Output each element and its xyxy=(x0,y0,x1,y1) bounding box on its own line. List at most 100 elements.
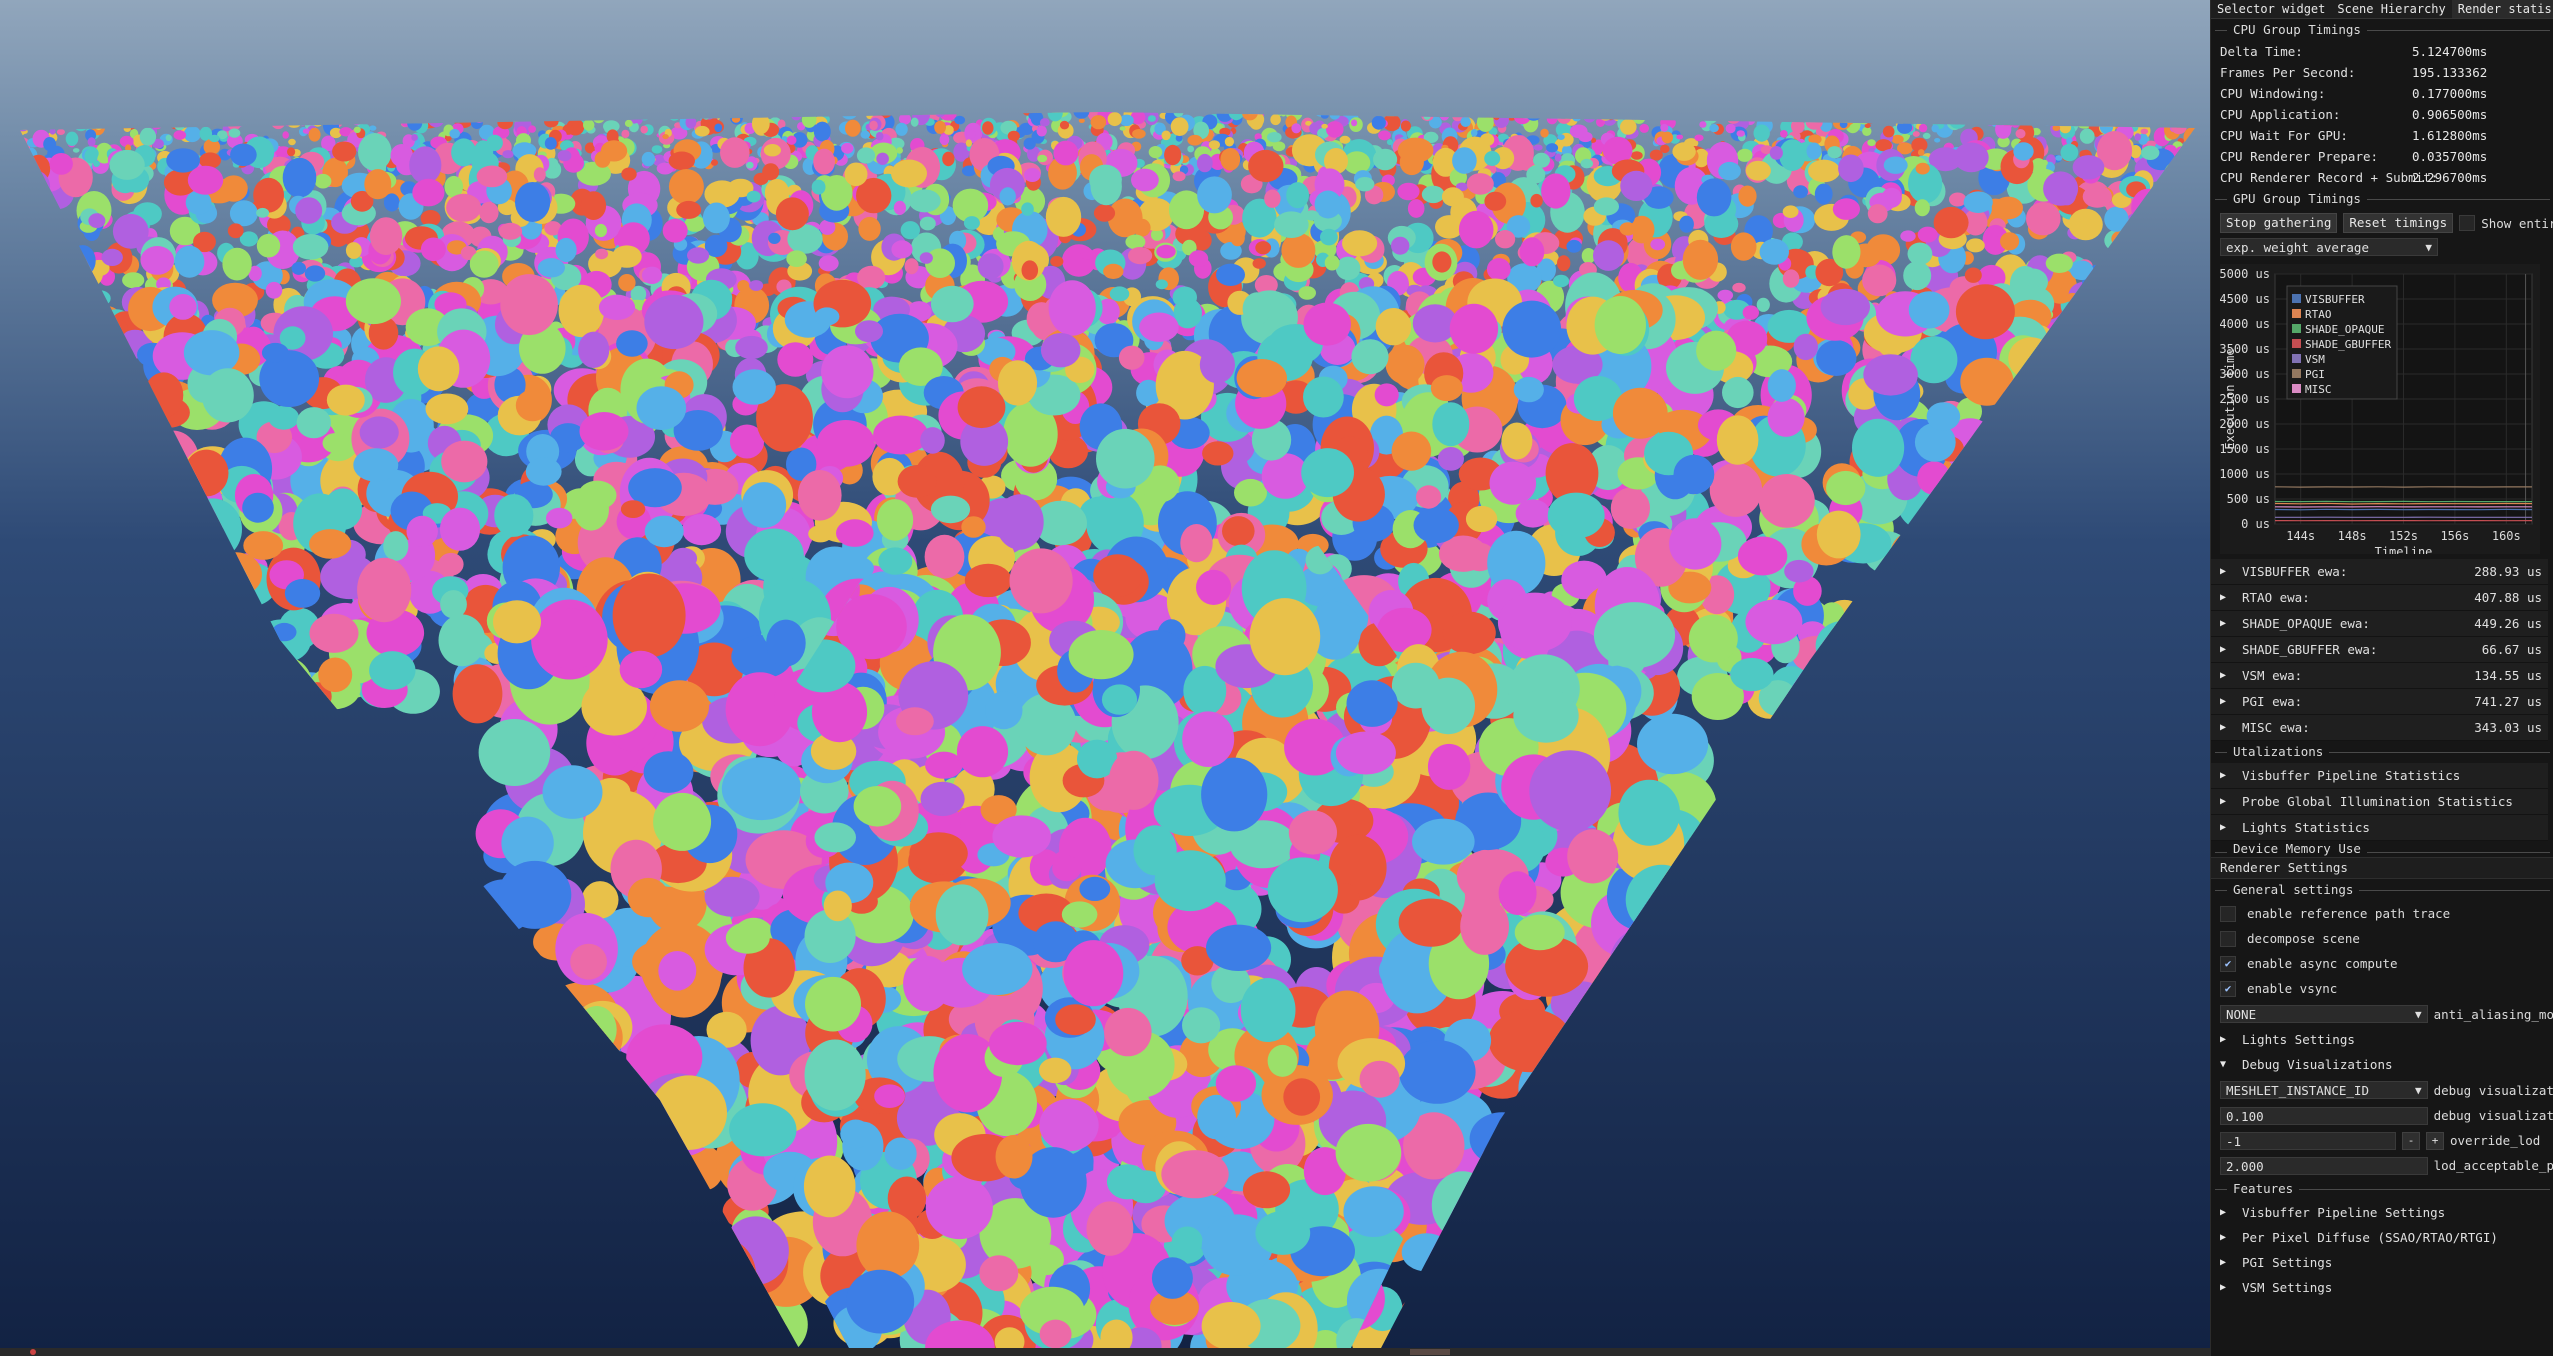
meshlet-patch xyxy=(411,134,418,141)
meshlet-patch xyxy=(1335,256,1361,281)
meshlet-patch xyxy=(741,482,787,528)
meshlet-patch xyxy=(1529,750,1612,832)
meshlet-patch xyxy=(1324,255,1340,271)
meshlet-patch xyxy=(876,152,889,165)
meshlet-patch xyxy=(494,494,534,537)
meshlet-patch xyxy=(1745,160,1771,181)
meshlet-patch xyxy=(875,131,884,141)
meshlet-patch xyxy=(358,133,392,171)
meshlet-patch xyxy=(1437,447,1464,471)
meshlet-patch xyxy=(636,386,687,430)
meshlet-patch xyxy=(1125,234,1146,250)
meshlet-patch xyxy=(1062,244,1096,277)
meshlet-patch xyxy=(417,346,460,392)
meshlet-patch xyxy=(201,368,254,423)
meshlet-patch xyxy=(1133,218,1151,237)
meshlet-patch xyxy=(230,143,257,167)
meshlet-patch xyxy=(438,614,486,667)
meshlet-patch xyxy=(369,217,403,256)
meshlet-patch xyxy=(528,125,536,133)
meshlet-patch xyxy=(1048,280,1096,336)
meshlet-patch xyxy=(383,193,400,212)
meshlet-patch xyxy=(982,121,994,135)
meshlet-patch xyxy=(1679,215,1694,233)
meshlet-patch xyxy=(1452,147,1477,174)
meshlet-patch xyxy=(318,657,353,693)
meshlet-patch xyxy=(934,120,946,134)
meshlet-patch xyxy=(2043,171,2079,206)
meshlet-patch xyxy=(1397,137,1434,163)
meshlet-patch xyxy=(1264,189,1281,208)
meshlet-patch xyxy=(440,590,467,619)
meshlet-patch xyxy=(420,237,446,262)
3d-viewport[interactable] xyxy=(0,0,2210,1356)
meshlet-patch xyxy=(919,252,933,264)
meshlet-patch xyxy=(1533,144,1543,151)
meshlet-patch xyxy=(1430,375,1463,402)
meshlet-patch xyxy=(891,159,927,188)
meshlet-patch xyxy=(1216,263,1245,286)
meshlet-patch xyxy=(43,137,57,152)
meshlet-patch xyxy=(1863,354,1918,396)
meshlet-patch xyxy=(891,240,913,259)
meshlet-patch xyxy=(1109,286,1130,302)
meshlet-patch xyxy=(1180,524,1213,563)
meshlet-patch xyxy=(1050,256,1064,267)
meshlet-patch xyxy=(1953,142,1989,173)
meshlet-patch xyxy=(2045,253,2073,273)
meshlet-patch xyxy=(500,274,558,336)
meshlet-patch xyxy=(256,233,281,258)
meshlet-patch xyxy=(1730,657,1774,692)
meshlet-patch xyxy=(1148,146,1163,159)
meshlet-patch xyxy=(1832,235,1861,269)
meshlet-patch xyxy=(1737,536,1788,576)
meshlet-patch xyxy=(2140,128,2149,135)
meshlet-patch xyxy=(1862,126,1872,136)
meshlet-patch xyxy=(1660,123,1669,132)
meshlet-patch xyxy=(714,123,723,133)
meshlet-patch xyxy=(930,285,974,323)
meshlet-patch xyxy=(165,134,172,141)
meshlet-patch xyxy=(1320,228,1338,246)
meshlet-patch xyxy=(326,384,365,416)
meshlet-patch xyxy=(1222,516,1255,547)
meshlet-patch xyxy=(711,159,718,166)
meshlet-patch xyxy=(1630,151,1643,160)
meshlet-patch xyxy=(1736,130,1745,137)
meshlet-patch xyxy=(1808,159,1840,183)
meshlet-patch xyxy=(1139,312,1179,342)
meshlet-patch xyxy=(876,499,914,541)
meshlet-patch xyxy=(676,200,702,219)
meshlet-patch xyxy=(1090,115,1107,130)
meshlet-patch xyxy=(1119,114,1134,127)
meshlet-patch xyxy=(1197,176,1232,214)
meshlet-patch xyxy=(1515,499,1551,528)
meshlet-patch xyxy=(1769,146,1783,160)
meshlet-patch xyxy=(1991,227,2004,237)
meshlet-patch xyxy=(1267,132,1282,143)
meshlet-patch xyxy=(502,150,514,159)
meshlet-patch xyxy=(296,407,331,439)
meshlet-patch xyxy=(1132,129,1146,139)
meshlet-patch xyxy=(1399,1040,1476,1104)
meshlet-patch xyxy=(1093,204,1116,222)
meshlet-patch xyxy=(1533,152,1550,168)
meshlet-patch xyxy=(2026,202,2061,236)
meshlet-patch xyxy=(1128,247,1153,265)
meshlet-patch xyxy=(282,131,290,139)
meshlet-patch xyxy=(1407,199,1425,218)
meshlet-patch xyxy=(682,514,722,546)
meshlet-patch xyxy=(1045,196,1082,237)
meshlet-patch xyxy=(1187,134,1203,146)
meshlet-patch xyxy=(558,284,605,338)
meshlet-patch xyxy=(1164,144,1182,166)
meshlet-patch xyxy=(412,178,445,207)
meshlet-patch xyxy=(557,150,572,162)
meshlet-patch xyxy=(1373,148,1398,171)
meshlet-patch xyxy=(446,193,482,222)
meshlet-patch xyxy=(644,294,704,350)
meshlet-patch xyxy=(1699,121,1707,128)
meshlet-patch xyxy=(242,492,274,523)
meshlet-patch xyxy=(478,719,551,786)
meshlet-patch xyxy=(1040,333,1081,368)
